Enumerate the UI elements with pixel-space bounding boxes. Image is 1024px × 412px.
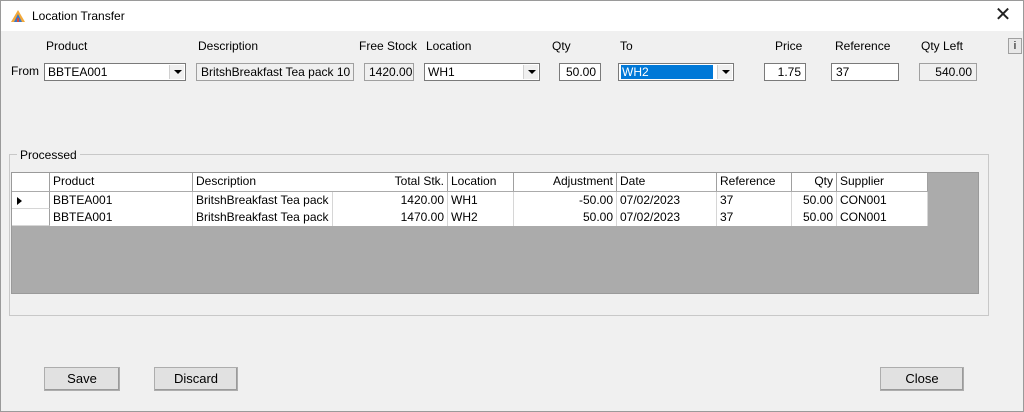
table-cell-total-stock[interactable]: 1470.00 <box>333 209 448 226</box>
chevron-down-icon[interactable] <box>523 65 538 79</box>
save-button[interactable]: Save <box>44 367 120 391</box>
table-cell-location[interactable]: WH1 <box>448 192 514 209</box>
description-label: Description <box>198 39 259 53</box>
table-cell-total-stock[interactable]: 1420.00 <box>333 192 448 209</box>
from-label: From <box>11 64 39 78</box>
processed-title: Processed <box>17 148 80 162</box>
table-cell-supplier[interactable]: CON001 <box>837 209 928 226</box>
free-stock-label: Free Stock <box>359 39 418 53</box>
table-cell-product[interactable]: BBTEA001 <box>50 209 193 226</box>
window-title: Location Transfer <box>32 9 125 23</box>
table-cell-adjustment[interactable]: 50.00 <box>514 209 617 226</box>
table-cell-qty[interactable]: 50.00 <box>792 209 837 226</box>
location-transfer-window: Location Transfer ✕ Product Description … <box>0 0 1024 412</box>
col-header-adjustment[interactable]: Adjustment <box>514 173 617 191</box>
col-header-date[interactable]: Date <box>617 173 717 191</box>
table-cell-product[interactable]: BBTEA001 <box>50 192 193 209</box>
chevron-down-icon[interactable] <box>717 65 732 79</box>
col-header-supplier[interactable]: Supplier <box>837 173 928 191</box>
table-cell-date[interactable]: 07/02/2023 <box>617 192 717 209</box>
qty-left-label: Qty Left <box>921 39 964 53</box>
title-bar: Location Transfer ✕ <box>1 1 1023 31</box>
app-logo-icon <box>11 10 25 22</box>
row-pointer-icon <box>17 197 22 205</box>
product-combo[interactable]: BBTEA001 <box>44 63 186 81</box>
col-header-total-stock[interactable]: Total Stk. <box>333 173 448 191</box>
info-button[interactable]: i <box>1008 38 1022 54</box>
table-cell-supplier[interactable]: CON001 <box>837 192 928 209</box>
reference-label: Reference <box>835 39 891 53</box>
table-cell-reference[interactable]: 37 <box>717 209 792 226</box>
location-label: Location <box>426 39 472 53</box>
close-icon[interactable]: ✕ <box>989 3 1017 29</box>
col-header-reference[interactable]: Reference <box>717 173 792 191</box>
price-input[interactable]: 1.75 <box>764 63 806 81</box>
product-combo-value: BBTEA001 <box>48 65 108 79</box>
to-location-combo[interactable]: WH2 <box>618 63 734 81</box>
discard-button[interactable]: Discard <box>154 367 238 391</box>
free-stock-field: 1420.00 <box>364 63 414 81</box>
table-cell-adjustment[interactable]: -50.00 <box>514 192 617 209</box>
table-cell-qty[interactable]: 50.00 <box>792 192 837 209</box>
price-label: Price <box>775 39 803 53</box>
table-cell-date[interactable]: 07/02/2023 <box>617 209 717 226</box>
product-label: Product <box>46 39 88 53</box>
row-selector[interactable] <box>12 209 50 226</box>
col-header-qty[interactable]: Qty <box>792 173 837 191</box>
close-button[interactable]: Close <box>880 367 964 391</box>
location-combo[interactable]: WH1 <box>424 63 540 81</box>
qty-left-field: 540.00 <box>919 63 977 81</box>
col-header-location[interactable]: Location <box>448 173 514 191</box>
chevron-down-icon[interactable] <box>169 65 184 79</box>
reference-input[interactable]: 37 <box>831 63 899 81</box>
processed-grid[interactable]: Product Description Total Stk. Location … <box>11 172 979 294</box>
table-cell-description[interactable]: BritshBreakfast Tea pack 10 <box>193 209 333 226</box>
to-location-combo-value: WH2 <box>621 65 713 79</box>
table-cell-description[interactable]: BritshBreakfast Tea pack 10 <box>193 192 333 209</box>
row-selector[interactable] <box>12 192 50 209</box>
table-cell-location[interactable]: WH2 <box>448 209 514 226</box>
qty-input[interactable]: 50.00 <box>559 63 601 81</box>
table-cell-reference[interactable]: 37 <box>717 192 792 209</box>
grid-header: Product Description Total Stk. Location … <box>12 173 928 191</box>
description-field: BritshBreakfast Tea pack 10 <box>196 63 354 81</box>
location-combo-value: WH1 <box>428 65 455 79</box>
col-header-product[interactable]: Product <box>50 173 193 191</box>
grid-corner <box>12 173 50 191</box>
qty-label: Qty <box>552 39 571 53</box>
to-label: To <box>620 39 633 53</box>
